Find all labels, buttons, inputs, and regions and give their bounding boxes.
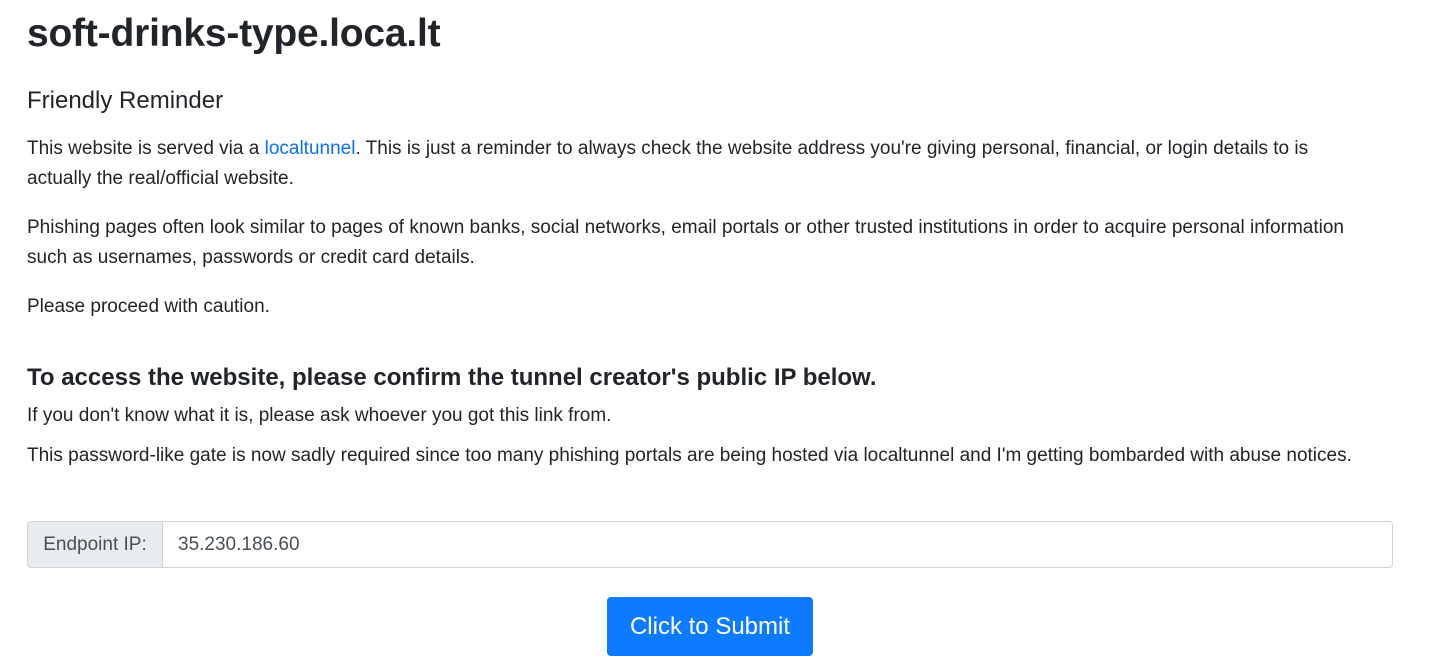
reminder-heading: Friendly Reminder [27,87,224,114]
endpoint-ip-label: Endpoint IP: [27,521,162,568]
reminder-paragraph-2: Phishing pages often look similar to pag… [27,217,1344,268]
reminder-text-before-link: This website is served via a [27,138,265,159]
page-title: soft-drinks-type.loca.lt [27,12,441,55]
access-paragraph-2: This password-like gate is now sadly req… [27,445,1352,466]
localtunnel-link[interactable]: localtunnel [265,138,356,159]
reminder-paragraph-3: Please proceed with caution. [27,296,270,317]
submit-button[interactable]: Click to Submit [607,597,813,656]
endpoint-ip-input-group: Endpoint IP: [27,521,1393,568]
access-paragraph-1: If you don't know what it is, please ask… [27,405,612,426]
reminder-paragraph-1: This website is served via a localtunnel… [27,134,1367,193]
access-heading: To access the website, please confirm th… [27,364,877,391]
endpoint-ip-input[interactable] [162,521,1393,568]
